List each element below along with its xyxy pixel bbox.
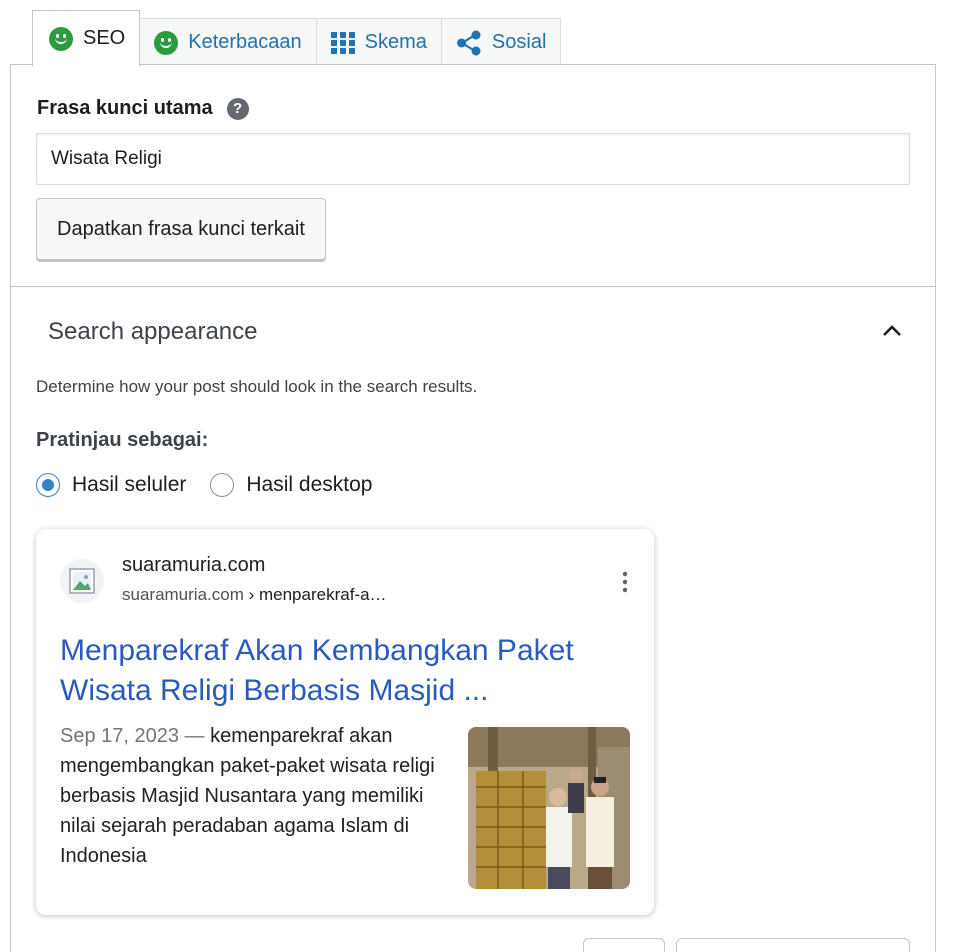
- partial-button[interactable]: [676, 938, 910, 952]
- date-separator: —: [179, 725, 211, 747]
- result-thumbnail: [468, 727, 630, 889]
- keyphrase-label-row: Frasa kunci utama ?: [37, 97, 249, 120]
- radio-button-checked[interactable]: [36, 473, 60, 497]
- result-title-link[interactable]: Menparekraf Akan Kembangkan Paket Wisata…: [60, 631, 620, 711]
- search-appearance-description: Determine how your post should look in t…: [36, 377, 478, 396]
- smiley-green-icon: [49, 26, 73, 51]
- preview-as-label: Pratinjau sebagai:: [36, 429, 209, 451]
- broken-image-icon: [69, 568, 95, 594]
- result-snippet: Sep 17, 2023 — kemenparekraf akan mengem…: [60, 721, 450, 871]
- grid-icon: [330, 31, 355, 54]
- seo-metabox: SEO Keterbacaan Skema Sosial Frasa kunci…: [0, 0, 960, 952]
- site-name: suaramuria.com: [122, 554, 266, 576]
- tab-bar: SEO Keterbacaan Skema Sosial: [32, 10, 562, 68]
- site-url: suaramuria.com › menparekraf-a…: [122, 585, 387, 605]
- tab-keterbacaan[interactable]: Keterbacaan: [139, 18, 317, 66]
- radio-label: Hasil desktop: [246, 473, 373, 496]
- radio-button[interactable]: [210, 473, 235, 497]
- url-path: › menparekraf-a…: [243, 585, 387, 604]
- tab-label: Sosial: [491, 31, 547, 53]
- tab-skema[interactable]: Skema: [315, 18, 442, 66]
- radio-label: Hasil seluler: [72, 473, 187, 496]
- search-appearance-title: Search appearance: [48, 318, 258, 345]
- tab-label: Skema: [364, 31, 427, 53]
- help-icon[interactable]: ?: [226, 97, 249, 120]
- radio-desktop-result[interactable]: Hasil desktop: [210, 473, 372, 497]
- chevron-up-icon[interactable]: [881, 320, 903, 342]
- section-divider: [11, 286, 935, 287]
- radio-mobile-result[interactable]: Hasil seluler: [36, 473, 186, 497]
- google-preview-card: suaramuria.com suaramuria.com › menparek…: [36, 529, 654, 915]
- preview-mode-radios: Hasil seluler Hasil desktop: [36, 473, 396, 497]
- favicon: [60, 559, 104, 603]
- keyphrase-input[interactable]: [36, 133, 910, 185]
- tab-label: Keterbacaan: [188, 31, 302, 53]
- keyphrase-label: Frasa kunci utama: [37, 97, 213, 119]
- smiley-green-icon: [154, 30, 179, 55]
- url-domain: suaramuria.com: [122, 585, 244, 604]
- tab-seo[interactable]: SEO: [32, 10, 141, 68]
- partial-button[interactable]: [583, 938, 665, 952]
- related-keyphrase-button[interactable]: Dapatkan frasa kunci terkait: [36, 198, 326, 260]
- share-icon: [456, 30, 481, 55]
- tab-panel-seo: Frasa kunci utama ? Dapatkan frasa kunci…: [10, 64, 936, 952]
- more-vertical-icon[interactable]: [620, 571, 630, 593]
- result-date: Sep 17, 2023: [60, 725, 179, 747]
- tab-label: SEO: [83, 27, 126, 49]
- tab-sosial[interactable]: Sosial: [440, 18, 562, 66]
